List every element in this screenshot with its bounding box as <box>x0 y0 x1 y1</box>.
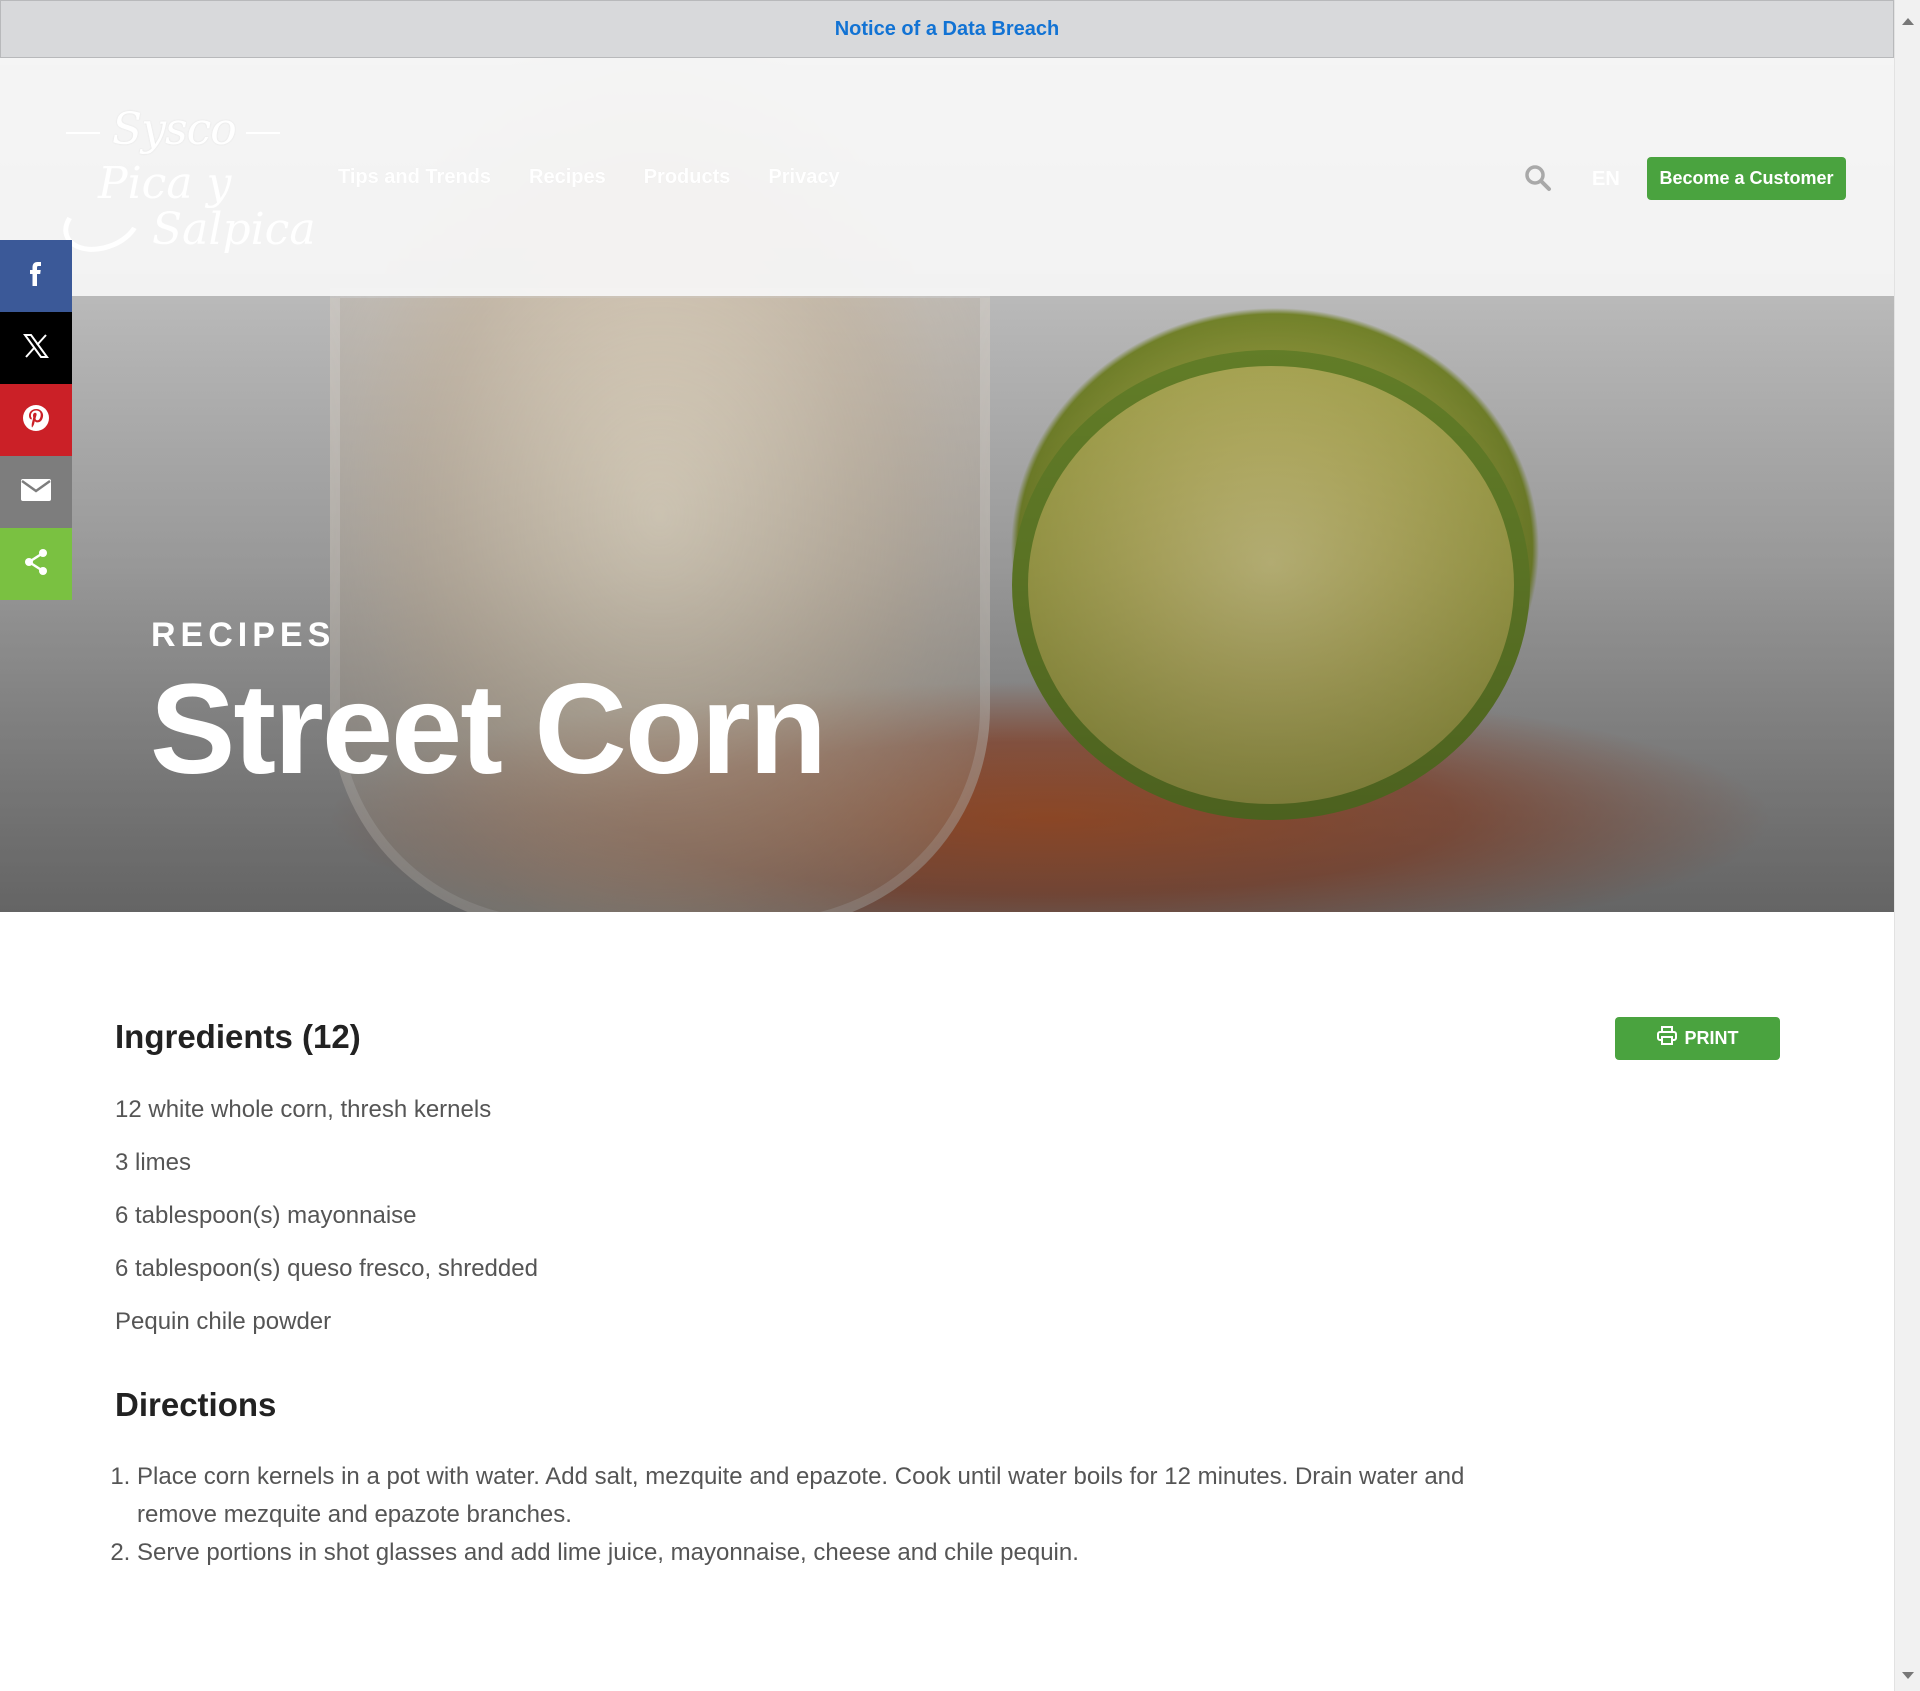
ingredients-list: 12 white whole corn, thresh kernels 3 li… <box>115 1090 538 1355</box>
print-label: PRINT <box>1684 1028 1739 1048</box>
email-share-button[interactable] <box>0 456 72 528</box>
share-button[interactable] <box>0 528 72 600</box>
page-scrollbar[interactable] <box>1894 0 1920 1691</box>
facebook-share-button[interactable] <box>0 240 72 312</box>
print-button[interactable]: PRINT <box>1615 1017 1780 1060</box>
nav-tips-and-trends[interactable]: Tips and Trends <box>338 166 491 189</box>
site-logo[interactable]: Sysco Pica y Salpica <box>55 104 316 264</box>
become-customer-button[interactable]: Become a Customer <box>1647 157 1846 200</box>
nav-products[interactable]: Products <box>644 166 731 189</box>
ingredient-item: 6 tablespoon(s) mayonnaise <box>115 1202 417 1229</box>
ingredient-item: 12 white whole corn, thresh kernels <box>115 1096 492 1123</box>
pinterest-icon <box>21 403 51 438</box>
logo-line1: Pica y <box>98 158 232 209</box>
pinterest-share-button[interactable] <box>0 384 72 456</box>
direction-step: Serve portions in shot glasses and add l… <box>137 1534 1517 1572</box>
direction-step: Place corn kernels in a pot with water. … <box>137 1458 1517 1534</box>
scroll-down-icon[interactable] <box>1902 1672 1914 1679</box>
ingredient-item: 6 tablespoon(s) queso fresco, shredded <box>115 1255 538 1282</box>
facebook-icon <box>22 260 50 293</box>
page-title: Street Corn <box>150 658 827 801</box>
directions-heading: Directions <box>115 1386 277 1423</box>
data-breach-notice-link[interactable]: Notice of a Data Breach <box>835 18 1060 41</box>
directions-list: Place corn kernels in a pot with water. … <box>115 1458 1517 1572</box>
nav-privacy[interactable]: Privacy <box>768 166 839 189</box>
main-nav: Tips and Trends Recipes Products Privacy <box>338 166 840 189</box>
ingredients-heading: Ingredients (12) <box>115 1018 361 1055</box>
section-eyebrow: RECIPES <box>151 616 336 654</box>
scroll-up-icon[interactable] <box>1902 18 1914 25</box>
logo-brand: Sysco <box>112 104 237 155</box>
logo-line2: Salpica <box>152 204 316 255</box>
site-header: Sysco Pica y Salpica Tips and Trends Rec… <box>0 58 1894 296</box>
language-selector[interactable]: EN <box>1592 168 1620 191</box>
printer-icon <box>1656 1026 1677 1051</box>
share-icon <box>21 547 51 582</box>
notice-bar: Notice of a Data Breach <box>0 0 1894 58</box>
ingredient-item: Pequin chile powder <box>115 1308 332 1335</box>
ingredient-item: 3 limes <box>115 1149 192 1176</box>
x-share-button[interactable] <box>0 312 72 384</box>
x-icon <box>22 332 50 365</box>
nav-recipes[interactable]: Recipes <box>529 166 606 189</box>
email-icon <box>20 478 52 507</box>
share-sidebar <box>0 240 72 600</box>
search-icon[interactable] <box>1524 164 1552 192</box>
